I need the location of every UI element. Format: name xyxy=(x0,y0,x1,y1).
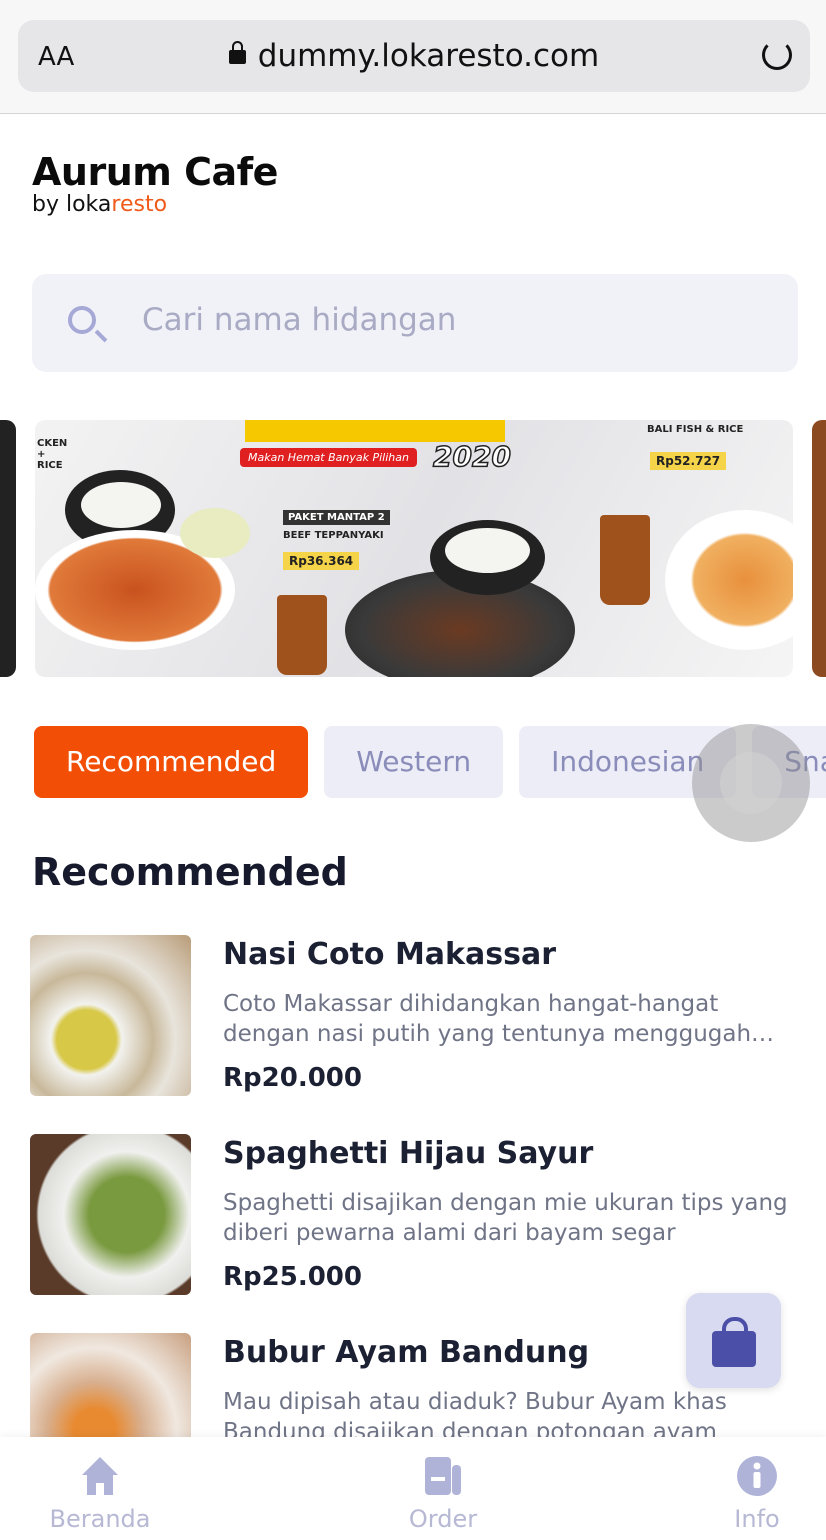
brand-byline: by lokaresto xyxy=(32,192,168,217)
banner-right-price: Rp52.727 xyxy=(650,452,727,470)
address-bar[interactable]: AA dummy.lokaresto.com xyxy=(18,20,810,92)
category-tab-recommended[interactable]: Recommended xyxy=(34,726,309,798)
banner-title-strip xyxy=(245,420,505,442)
banner-next-slide[interactable] xyxy=(812,420,826,677)
search-box[interactable] xyxy=(32,274,798,372)
banner-tagline: Makan Hemat Banyak Pilihan xyxy=(240,448,417,467)
item-description: Spaghetti disajikan dengan mie ukuran ti… xyxy=(223,1190,788,1246)
assistive-touch-button[interactable] xyxy=(692,724,810,842)
item-price: Rp25.000 xyxy=(223,1262,362,1292)
item-name: Bubur Ayam Bandung xyxy=(223,1335,590,1370)
url-text[interactable]: dummy.lokaresto.com xyxy=(258,38,599,74)
banner-right-name: BALI FISH & RICE xyxy=(647,424,744,435)
section-title: Recommended xyxy=(32,850,348,894)
category-tab-western[interactable]: Western xyxy=(324,726,504,798)
item-description: Coto Makassar dihidangkan hangat-hangat … xyxy=(223,991,752,1047)
fish-dish-image xyxy=(665,510,793,650)
lock-icon xyxy=(228,41,246,64)
browser-bar: AA dummy.lokaresto.com xyxy=(0,0,826,114)
item-image xyxy=(30,1134,191,1295)
nav-label: Order xyxy=(408,1505,478,1533)
banner-package-price: Rp36.364 xyxy=(283,552,360,570)
promo-banner[interactable]: Makan Hemat Banyak Pilihan 2020 CKEN + R… xyxy=(35,420,793,677)
banner-left-label: CKEN + RICE xyxy=(37,438,68,471)
banner-package-name: BEEF TEPPANYAKI xyxy=(283,530,384,541)
item-price: Rp20.000 xyxy=(223,1063,362,1093)
menu-item[interactable]: Nasi Coto Makassar Coto Makassar dihidan… xyxy=(30,935,800,1097)
brand-header: Aurum Cafe by lokaresto xyxy=(32,150,278,217)
nav-order[interactable]: Order xyxy=(363,1437,523,1533)
banner-package-label: PAKET MANTAP 2 xyxy=(283,510,390,525)
info-icon xyxy=(677,1455,826,1497)
iced-tea-image xyxy=(277,595,327,675)
restaurant-name: Aurum Cafe xyxy=(32,150,278,194)
nav-label: Beranda xyxy=(49,1505,151,1533)
search-icon xyxy=(68,306,96,334)
cart-button[interactable] xyxy=(686,1293,781,1388)
nav-info[interactable]: Info xyxy=(677,1437,826,1533)
search-input[interactable] xyxy=(142,302,742,338)
item-name: Nasi Coto Makassar xyxy=(223,937,557,972)
shopping-bag-icon xyxy=(712,1317,756,1367)
bottom-nav: Beranda Order Info xyxy=(0,1437,826,1540)
banner-year: 2020 xyxy=(432,439,511,474)
home-icon xyxy=(20,1455,180,1497)
menu-item[interactable]: Spaghetti Hijau Sayur Spaghetti disajika… xyxy=(30,1134,800,1296)
reload-icon[interactable] xyxy=(762,40,792,70)
nav-beranda[interactable]: Beranda xyxy=(20,1437,180,1533)
item-name: Spaghetti Hijau Sayur xyxy=(223,1136,594,1171)
banner-prev-slide[interactable] xyxy=(0,420,16,677)
nav-label: Info xyxy=(734,1505,780,1533)
item-image xyxy=(30,935,191,1096)
order-icon xyxy=(363,1455,523,1497)
